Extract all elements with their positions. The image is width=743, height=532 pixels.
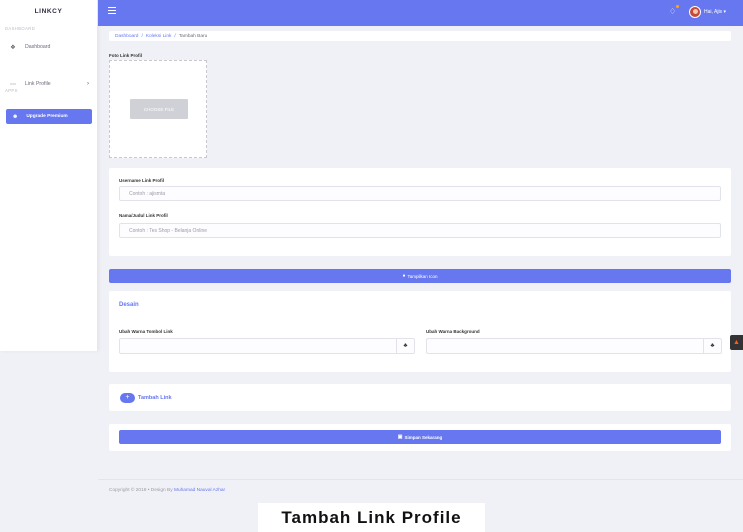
tombol-color-label: Ubah Warna Tombol Link	[119, 329, 173, 334]
photo-dropzone[interactable]: CHOOSE FILE	[109, 60, 207, 158]
page-caption: Tambah Link Profile	[258, 503, 485, 532]
topbar: ♢ Hai, Ajis ▾	[98, 0, 743, 26]
simpan-card: ▣ Simpan Sekarang	[109, 424, 731, 451]
simpan-label: Simpan Sekarang	[404, 434, 443, 440]
simpan-button[interactable]: ▣ Simpan Sekarang	[119, 430, 721, 444]
dots-icon: ⋯	[10, 81, 16, 88]
nama-input[interactable]	[119, 223, 721, 238]
tambah-link-card: + Tambah Link	[109, 384, 731, 411]
username-label: Username Link Profil	[119, 178, 165, 183]
sidebar-item-link-profile[interactable]: ⋯ Link Profile ›	[0, 77, 97, 91]
footer-author-link[interactable]: Muhamad Nauval Azhar	[174, 488, 225, 493]
chevron-right-icon: ›	[87, 81, 89, 87]
photo-label: Foto Link Profil	[109, 53, 142, 58]
nama-label: Nama/Judul Link Profil	[119, 213, 168, 218]
color-picker-icon[interactable]: ♣	[396, 339, 414, 353]
save-icon: ▣	[397, 434, 403, 440]
home-icon: ❖	[10, 44, 16, 51]
brand-logo[interactable]: LINKCY	[0, 0, 97, 22]
flame-icon[interactable]: ▲	[730, 335, 743, 350]
sidebar-item-label: Link Profile	[25, 81, 51, 87]
section-label-dashboard: DASHBOARD	[5, 26, 36, 31]
breadcrumb: Dashboard / Koleksi Link / Tambah Baru	[109, 31, 731, 41]
user-menu[interactable]: Hai, Ajis ▾	[704, 9, 726, 15]
choose-file-button[interactable]: CHOOSE FILE	[130, 99, 188, 119]
breadcrumb-separator: /	[141, 33, 143, 39]
breadcrumb-dashboard[interactable]: Dashboard	[115, 34, 138, 39]
hamburger-menu-icon[interactable]	[108, 7, 116, 15]
desain-title: Desain	[119, 302, 139, 308]
footer-copyright: Copyright © 2018 • Design By	[109, 488, 173, 493]
circle-icon: ●	[402, 273, 406, 279]
tampilkan-icon-label: Tampilkan Icon	[407, 273, 438, 279]
profile-info-card: Username Link Profil Nama/Judul Link Pro…	[109, 168, 731, 256]
tampilkan-icon-button[interactable]: ● Tampilkan Icon	[109, 269, 731, 283]
sidebar: LINKCY DASHBOARD ❖ Dashboard APPS ⋯ Link…	[0, 0, 98, 351]
tambah-link-label[interactable]: Tambah Link	[138, 395, 172, 401]
footer-divider	[98, 479, 743, 480]
sidebar-item-label: Dashboard	[25, 44, 51, 50]
color-picker-icon[interactable]: ♣	[703, 339, 721, 353]
breadcrumb-current: Tambah Baru	[178, 33, 208, 39]
add-link-button[interactable]: +	[120, 392, 135, 403]
bell-icon[interactable]: ♢	[669, 7, 678, 16]
username-input[interactable]	[119, 186, 721, 201]
tombol-color-input[interactable]: ♣	[119, 338, 415, 354]
upgrade-label: Upgrade Premium	[26, 114, 68, 119]
footer: Copyright © 2018 • Design By Muhamad Nau…	[109, 488, 225, 493]
bg-color-input[interactable]: ♣	[426, 338, 722, 354]
upgrade-premium-button[interactable]: ☻ Upgrade Premium	[6, 109, 92, 124]
breadcrumb-koleksi-link[interactable]: Koleksi Link	[146, 34, 172, 39]
user-plus-icon: ☻	[12, 113, 19, 120]
sidebar-item-dashboard[interactable]: ❖ Dashboard	[0, 40, 97, 54]
avatar[interactable]	[689, 6, 701, 18]
bg-color-label: Ubah Warna Background	[426, 329, 480, 334]
desain-card: Desain Ubah Warna Tombol Link ♣ Ubah War…	[109, 291, 731, 372]
notification-dot	[676, 5, 679, 8]
breadcrumb-separator: /	[174, 33, 176, 39]
